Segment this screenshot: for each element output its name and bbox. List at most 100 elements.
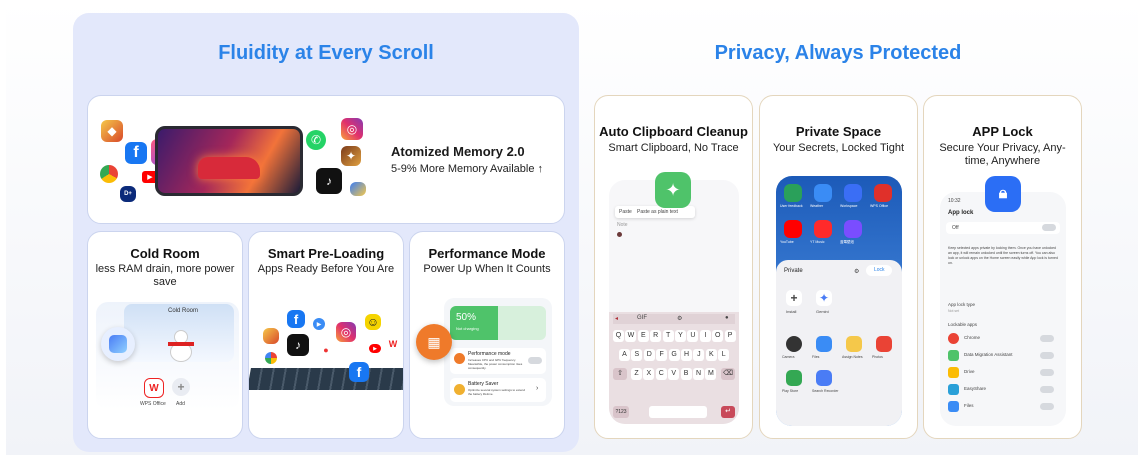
private-app-icon-0[interactable] bbox=[786, 336, 802, 352]
app-icon-5[interactable] bbox=[814, 220, 832, 238]
key-r[interactable]: R bbox=[650, 330, 662, 342]
paste-plain-option[interactable]: Paste as plain text bbox=[637, 209, 678, 215]
paste-option[interactable]: Paste bbox=[619, 209, 632, 215]
app-lock-toggle[interactable] bbox=[1042, 224, 1056, 231]
shift-key[interactable]: ⇧ bbox=[613, 368, 627, 380]
lock-icon: 🔒︎ bbox=[985, 176, 1021, 212]
install-icon[interactable]: + bbox=[786, 290, 802, 306]
clipboard-card: Auto Clipboard Cleanup Smart Clipboard, … bbox=[594, 95, 753, 439]
broom-cleanup-icon: ✦ bbox=[655, 172, 691, 208]
app-icon-1[interactable] bbox=[814, 184, 832, 202]
lockable-app-row[interactable]: Chrome bbox=[946, 332, 1060, 346]
private-app-icon-1[interactable] bbox=[816, 336, 832, 352]
num-key[interactable]: ?123 bbox=[613, 406, 629, 418]
app-label-5: YT Music bbox=[810, 240, 825, 244]
private-space-title: Private Space bbox=[795, 124, 882, 139]
disney-icon: D+ bbox=[120, 186, 136, 202]
lockable-app-label: Chrome bbox=[964, 335, 981, 340]
key-s[interactable]: S bbox=[631, 349, 643, 361]
private-app-icon-3[interactable] bbox=[876, 336, 892, 352]
key-e[interactable]: E bbox=[637, 330, 649, 342]
performance-icon bbox=[454, 353, 465, 364]
key-l[interactable]: L bbox=[718, 349, 730, 361]
keyboard: ◂ GIF ⚙ ● Q W E R T Y U I O P A S D F G H J K L Z X C V B N M ⇧ ⌫ ?… bbox=[609, 312, 739, 424]
lockable-app-icon bbox=[948, 367, 959, 378]
private-app-icon-4[interactable] bbox=[786, 370, 802, 386]
key-v[interactable]: V bbox=[668, 368, 680, 380]
lockable-app-toggle[interactable] bbox=[1040, 403, 1054, 410]
app-label-2: Workspace bbox=[840, 204, 858, 208]
settings-icon[interactable]: ⚙ bbox=[677, 315, 682, 322]
memory-subtitle: 5-9% More Memory Available ↑ bbox=[391, 163, 544, 175]
battery-saver-row[interactable]: Battery Saver Optimize several system se… bbox=[450, 378, 546, 402]
app-icon-4[interactable] bbox=[784, 220, 802, 238]
app-icon-6[interactable] bbox=[844, 220, 862, 238]
lockable-app-icon bbox=[948, 350, 959, 361]
private-space-subtitle: Your Secrets, Locked Tight bbox=[772, 142, 905, 154]
lockable-app-toggle[interactable] bbox=[1040, 386, 1054, 393]
lockable-app-toggle[interactable] bbox=[1040, 335, 1054, 342]
key-w[interactable]: W bbox=[625, 330, 637, 342]
key-t[interactable]: T bbox=[662, 330, 674, 342]
backspace-key[interactable]: ⌫ bbox=[721, 368, 735, 380]
play-icon: ▶ bbox=[313, 318, 325, 330]
key-b[interactable]: B bbox=[680, 368, 692, 380]
add-label: Add bbox=[176, 401, 185, 407]
mic-icon[interactable]: ● bbox=[725, 315, 729, 321]
snowman-scarf bbox=[168, 342, 194, 346]
space-key[interactable] bbox=[649, 406, 707, 418]
status-time: 10:32 bbox=[948, 198, 961, 204]
app-lock-subtitle: Secure Your Privacy, Any-time, Anywhere bbox=[939, 142, 1066, 167]
keyboard-back-icon[interactable]: ◂ bbox=[615, 315, 618, 322]
lockable-app-label: Data Migration Assistant bbox=[964, 352, 1013, 357]
key-f[interactable]: F bbox=[656, 349, 668, 361]
cold-room-app-icon bbox=[101, 327, 135, 361]
app-lock-title: APP Lock bbox=[972, 124, 1033, 139]
lock-button[interactable]: Lock bbox=[866, 265, 892, 276]
key-n[interactable]: N bbox=[693, 368, 704, 380]
key-p[interactable]: P bbox=[724, 330, 736, 342]
key-d[interactable]: D bbox=[643, 349, 655, 361]
key-i[interactable]: I bbox=[699, 330, 711, 342]
lockable-app-row[interactable]: Files bbox=[946, 400, 1060, 414]
clipboard-phone-screen: Paste Paste as plain text Note ◂ GIF ⚙ ●… bbox=[609, 180, 739, 424]
app-icon-0[interactable] bbox=[784, 184, 802, 202]
preloading-card: Smart Pre-Loading Apps Ready Before You … bbox=[248, 231, 404, 439]
key-z[interactable]: Z bbox=[631, 368, 642, 380]
key-y[interactable]: Y bbox=[675, 330, 686, 342]
key-o[interactable]: O bbox=[712, 330, 724, 342]
private-app-label-5: Search Recorder bbox=[812, 389, 839, 393]
key-a[interactable]: A bbox=[619, 349, 630, 361]
lockable-app-row[interactable]: Drive bbox=[946, 366, 1060, 380]
gif-icon[interactable]: GIF bbox=[637, 315, 647, 321]
lockable-app-row[interactable]: Data Migration Assistant bbox=[946, 349, 1060, 363]
app-lock-toggle-row[interactable]: Off bbox=[946, 222, 1060, 234]
enter-key[interactable]: ↵ bbox=[721, 406, 735, 418]
battery-saver-desc: Optimize several system settings to exte… bbox=[468, 388, 526, 396]
gemini-icon[interactable]: ✦ bbox=[816, 290, 832, 306]
settings-icon[interactable]: ⚙ bbox=[854, 268, 859, 275]
key-u[interactable]: U bbox=[687, 330, 699, 342]
wps-office-label: WPS Office bbox=[140, 401, 166, 407]
private-app-icon-5[interactable] bbox=[816, 370, 832, 386]
lockable-app-toggle[interactable] bbox=[1040, 369, 1054, 376]
app-lock-type-label[interactable]: App lock type bbox=[948, 302, 975, 307]
lockable-app-row[interactable]: EasyShare bbox=[946, 383, 1060, 397]
performance-toggle[interactable] bbox=[528, 357, 542, 364]
private-app-icon-2[interactable] bbox=[846, 336, 862, 352]
lockable-app-toggle[interactable] bbox=[1040, 352, 1054, 359]
performance-subtitle: Power Up When It Counts bbox=[423, 263, 551, 275]
performance-mode-row[interactable]: Performance mode Increases CPU and GPU f… bbox=[450, 348, 546, 374]
note-placeholder: Note bbox=[617, 222, 628, 228]
key-g[interactable]: G bbox=[668, 349, 680, 361]
key-q[interactable]: Q bbox=[613, 330, 624, 342]
key-k[interactable]: K bbox=[705, 349, 717, 361]
key-j[interactable]: J bbox=[693, 349, 705, 361]
key-c[interactable]: C bbox=[655, 368, 667, 380]
race-car bbox=[198, 157, 260, 179]
app-icon-3[interactable] bbox=[874, 184, 892, 202]
key-x[interactable]: X bbox=[643, 368, 655, 380]
key-h[interactable]: H bbox=[681, 349, 692, 361]
key-m[interactable]: M bbox=[705, 368, 717, 380]
app-icon-2[interactable] bbox=[844, 184, 862, 202]
